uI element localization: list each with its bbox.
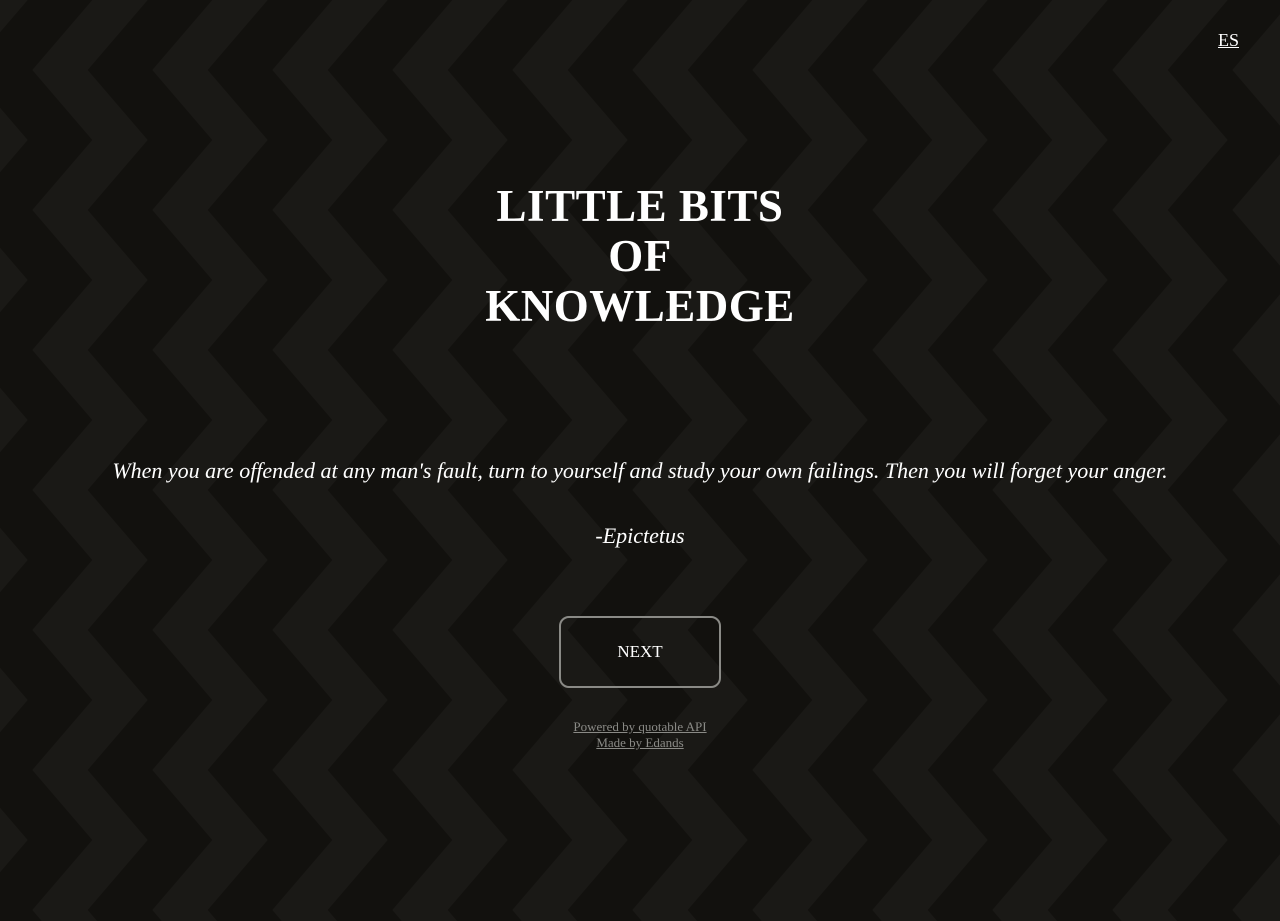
title-line: OF [608, 231, 672, 281]
language-toggle-link[interactable]: ES [1218, 29, 1239, 51]
title-line: LITTLE BITS [496, 181, 784, 231]
title-line: KNOWLEDGE [485, 281, 795, 331]
next-button[interactable]: NEXT [559, 616, 721, 688]
footer: Powered by quotable API Made by Edands [0, 719, 1280, 751]
made-by-link[interactable]: Made by Edands [0, 735, 1280, 751]
page-title: LITTLE BITS OF KNOWLEDGE [0, 181, 1280, 331]
quote-author: -Epictetus [595, 523, 685, 548]
quote-text: When you are offended at any man's fault… [112, 458, 1168, 483]
powered-by-link[interactable]: Powered by quotable API [0, 719, 1280, 735]
